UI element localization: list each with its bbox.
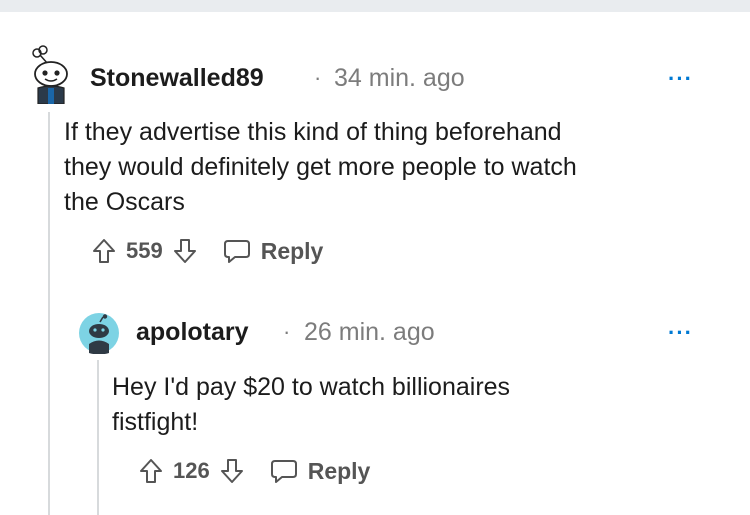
reply-button[interactable]: Reply [270, 457, 371, 485]
more-options-button[interactable]: ··· [668, 68, 693, 90]
snoo-avatar-icon [32, 45, 68, 105]
avatar[interactable] [78, 312, 120, 359]
separator-dot: · [283, 319, 291, 344]
chat-bubble-icon [223, 238, 251, 264]
chat-bubble-icon [270, 458, 298, 484]
separator-dot: · [314, 65, 322, 90]
vote-score: 559 [126, 238, 163, 263]
thread-line-child[interactable] [97, 360, 99, 515]
comment-actions: 126 Reply [139, 451, 370, 491]
comment-username[interactable]: apolotary [136, 318, 249, 347]
comment-username[interactable]: Stonewalled89 [90, 64, 264, 93]
downvote-icon[interactable] [220, 458, 244, 484]
comment-body-line: the Oscars [64, 188, 185, 216]
avatar[interactable] [26, 44, 76, 109]
comment-body-line: they would definitely get more people to… [64, 153, 577, 181]
top-divider [0, 0, 750, 12]
downvote-icon[interactable] [173, 238, 197, 264]
thread-line-parent[interactable] [48, 112, 50, 515]
more-options-button[interactable]: ··· [668, 322, 693, 344]
comment-actions: 559 Reply [92, 231, 323, 271]
comment-body-line: Hey I'd pay $20 to watch billionaires [112, 373, 511, 401]
reply-label: Reply [307, 457, 371, 484]
comment-timestamp[interactable]: 34 min. ago [334, 64, 465, 93]
snoo-avatar-icon [79, 313, 119, 355]
reply-label: Reply [260, 237, 324, 264]
comment-body: Hey I'd pay $20 to watch billionaires fi… [112, 370, 510, 440]
vote-score: 126 [173, 458, 210, 483]
reply-button[interactable]: Reply [223, 237, 324, 265]
upvote-icon[interactable] [139, 458, 163, 484]
comment-body: If they advertise this kind of thing bef… [64, 115, 577, 220]
upvote-icon[interactable] [92, 238, 116, 264]
comment-timestamp[interactable]: 26 min. ago [304, 318, 435, 347]
comment-body-line: If they advertise this kind of thing bef… [64, 118, 562, 146]
comment-body-line: fistfight! [112, 408, 199, 436]
